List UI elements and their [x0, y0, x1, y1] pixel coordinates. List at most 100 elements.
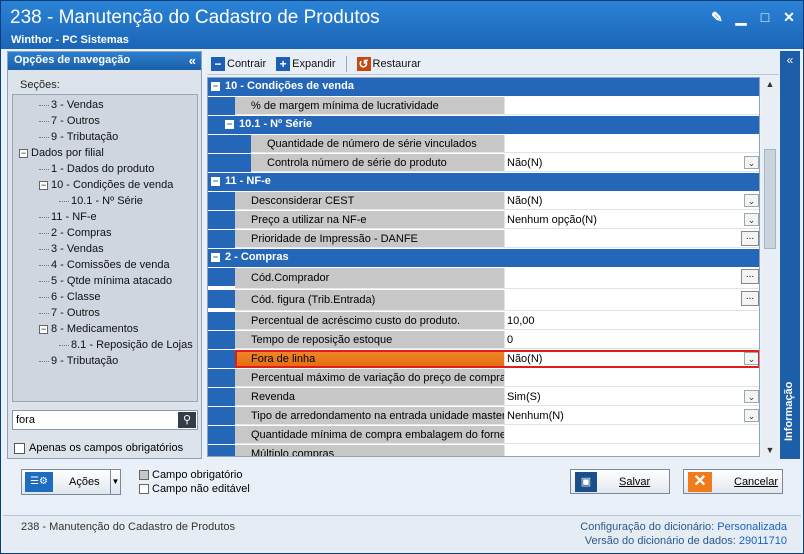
property-value[interactable]: 10,00	[504, 312, 759, 330]
collapse-panel-icon[interactable]: «	[189, 53, 196, 68]
property-value[interactable]	[504, 135, 759, 153]
property-value[interactable]: Nenhum(N) ⌄	[504, 407, 759, 425]
restore-icon: ↺	[356, 56, 371, 71]
category-row[interactable]: −11 - NF-e	[208, 173, 759, 191]
ellipsis-button[interactable]: ...	[741, 291, 759, 306]
tree-item[interactable]: 3 - Vendas	[13, 241, 197, 257]
category-collapse-icon[interactable]: −	[211, 253, 220, 262]
tree-item[interactable]: 1 - Dados do produto	[13, 161, 197, 177]
window-subtitle: Winthor - PC Sistemas	[11, 34, 129, 46]
property-value[interactable]: ...	[504, 230, 759, 248]
dropdown-chevron-icon[interactable]: ⌄	[744, 390, 759, 403]
tree-item[interactable]: −10 - Condições de venda	[13, 177, 197, 193]
sections-tree[interactable]: 3 - Vendas 7 - Outros 9 - Tributação − Dados…	[12, 94, 198, 402]
ellipsis-button[interactable]: ...	[741, 269, 759, 284]
expand-info-icon[interactable]: «	[780, 53, 800, 67]
tree-collapse-icon[interactable]: −	[19, 148, 28, 158]
property-value[interactable]: Nenhum opção(N) ⌄	[504, 211, 759, 229]
tree-item[interactable]: 9 - Tributação	[13, 129, 197, 145]
property-row[interactable]: Revenda Sim(S) ⌄	[208, 388, 759, 406]
ellipsis-button[interactable]: ...	[741, 231, 759, 246]
property-row[interactable]: Prioridade de Impressão - DANFE...	[208, 230, 759, 248]
property-value[interactable]	[504, 369, 759, 387]
dropdown-chevron-icon[interactable]: ⌄	[744, 352, 759, 365]
tree-collapse-icon[interactable]: −	[39, 180, 48, 190]
property-value[interactable]	[504, 97, 759, 115]
info-label: Informação	[783, 381, 795, 441]
property-row[interactable]: Tipo de arredondamento na entrada unidad…	[208, 407, 759, 425]
tree-item[interactable]: 7 - Outros	[13, 305, 197, 321]
expand-button[interactable]: + Expandir	[276, 56, 336, 71]
tree-item[interactable]: 3 - Vendas	[13, 97, 197, 113]
category-collapse-icon[interactable]: −	[225, 120, 234, 129]
maximize-icon[interactable]: □	[757, 9, 773, 25]
property-value[interactable]: 0	[504, 331, 759, 349]
dropdown-chevron-icon[interactable]: ⌄	[744, 156, 759, 169]
tree-item[interactable]: 5 - Qtde mínima atacado	[13, 273, 197, 289]
close-icon[interactable]: ✕	[781, 9, 797, 25]
property-row[interactable]: Percentual de acréscimo custo do produto…	[208, 312, 759, 330]
property-value[interactable]: Não(N) ⌄	[504, 350, 759, 368]
property-grid[interactable]: −10 - Condições de venda% de margem míni…	[207, 77, 760, 457]
restore-label: Restaurar	[372, 57, 421, 70]
property-row[interactable]: Cód. figura (Trib.Entrada)...	[208, 290, 759, 311]
dropdown-chevron-icon[interactable]: ⌄	[744, 409, 759, 422]
actions-dropdown-icon[interactable]: ▼	[110, 470, 120, 494]
property-row[interactable]: Múltiplo compras	[208, 445, 759, 456]
category-collapse-icon[interactable]: −	[211, 177, 220, 186]
restore-button[interactable]: ↺ Restaurar	[356, 56, 421, 71]
dropdown-chevron-icon[interactable]: ⌄	[744, 194, 759, 207]
tree-item[interactable]: 7 - Outros	[13, 113, 197, 129]
tree-item[interactable]: 4 - Comissões de venda	[13, 257, 197, 273]
edit-icon[interactable]: ✎	[709, 9, 725, 25]
collapse-button[interactable]: − Contrair	[211, 56, 267, 71]
property-value[interactable]	[504, 445, 759, 456]
scroll-thumb[interactable]	[764, 149, 776, 249]
scroll-up-icon[interactable]: ▲	[762, 77, 778, 91]
property-value-text: 0	[507, 334, 514, 346]
property-row[interactable]: Preço a utilizar na NF-e Nenhum opção(N) ⌄	[208, 211, 759, 229]
tree-item[interactable]: 2 - Compras	[13, 225, 197, 241]
scroll-down-icon[interactable]: ▼	[762, 443, 778, 457]
tree-item[interactable]: 6 - Classe	[13, 289, 197, 305]
search-icon[interactable]: ⚲	[178, 412, 196, 428]
property-row[interactable]: Quantidade mínima de compra embalagem do…	[208, 426, 759, 444]
property-value[interactable]	[504, 426, 759, 444]
only-required-option[interactable]: Apenas os campos obrigatórios	[14, 442, 183, 454]
only-required-checkbox[interactable]	[14, 442, 25, 454]
tree-collapse-icon[interactable]: −	[39, 324, 48, 334]
property-row-selected[interactable]: Fora de linha Não(N) ⌄	[208, 350, 759, 368]
property-row[interactable]: Controla número de série do produto Não(N…	[208, 154, 759, 172]
property-value-text: Não(N)	[507, 195, 543, 207]
minimize-icon[interactable]: ▁	[733, 9, 749, 25]
tree-item[interactable]: − Dados por filial	[13, 145, 197, 161]
property-value[interactable]: ...	[504, 268, 759, 289]
collapse-label: Contrair	[227, 57, 267, 70]
tree-item[interactable]: 9 - Tributação	[13, 353, 197, 369]
tree-item[interactable]: 11 - NF-e	[13, 209, 197, 225]
property-row[interactable]: Percentual máximo de variação do preço d…	[208, 369, 759, 387]
actions-button[interactable]: ☰⚙ Ações ▼	[21, 469, 121, 495]
tree-item[interactable]: 10.1 - Nº Série	[13, 193, 197, 209]
property-value[interactable]: Sim(S) ⌄	[504, 388, 759, 406]
property-row[interactable]: Tempo de reposição estoque 0	[208, 331, 759, 349]
property-row[interactable]: % de margem mínima de lucratividade	[208, 97, 759, 115]
tree-item[interactable]: 8.1 - Reposição de Lojas	[13, 337, 197, 353]
grid-scrollbar[interactable]: ▲ ▼	[762, 77, 778, 457]
property-value[interactable]: Não(N) ⌄	[504, 154, 759, 172]
property-value[interactable]: Não(N) ⌄	[504, 192, 759, 210]
info-panel-tab[interactable]: « Informação	[780, 51, 800, 459]
category-row[interactable]: −2 - Compras	[208, 249, 759, 267]
category-row[interactable]: −10.1 - Nº Série	[208, 116, 759, 134]
search-input[interactable]	[13, 411, 173, 429]
property-value[interactable]: ...	[504, 290, 759, 311]
tree-item[interactable]: −8 - Medicamentos	[13, 321, 197, 337]
category-collapse-icon[interactable]: −	[211, 82, 220, 91]
dropdown-chevron-icon[interactable]: ⌄	[744, 213, 759, 226]
property-row[interactable]: Quantidade de número de série vinculados	[208, 135, 759, 153]
save-button[interactable]: ▣ Salvar	[570, 469, 670, 494]
category-row[interactable]: −10 - Condições de venda	[208, 78, 759, 96]
property-row[interactable]: Cód.Comprador...	[208, 268, 759, 289]
cancel-button[interactable]: ✕ Cancelar	[683, 469, 783, 494]
property-row[interactable]: Desconsiderar CEST Não(N) ⌄	[208, 192, 759, 210]
